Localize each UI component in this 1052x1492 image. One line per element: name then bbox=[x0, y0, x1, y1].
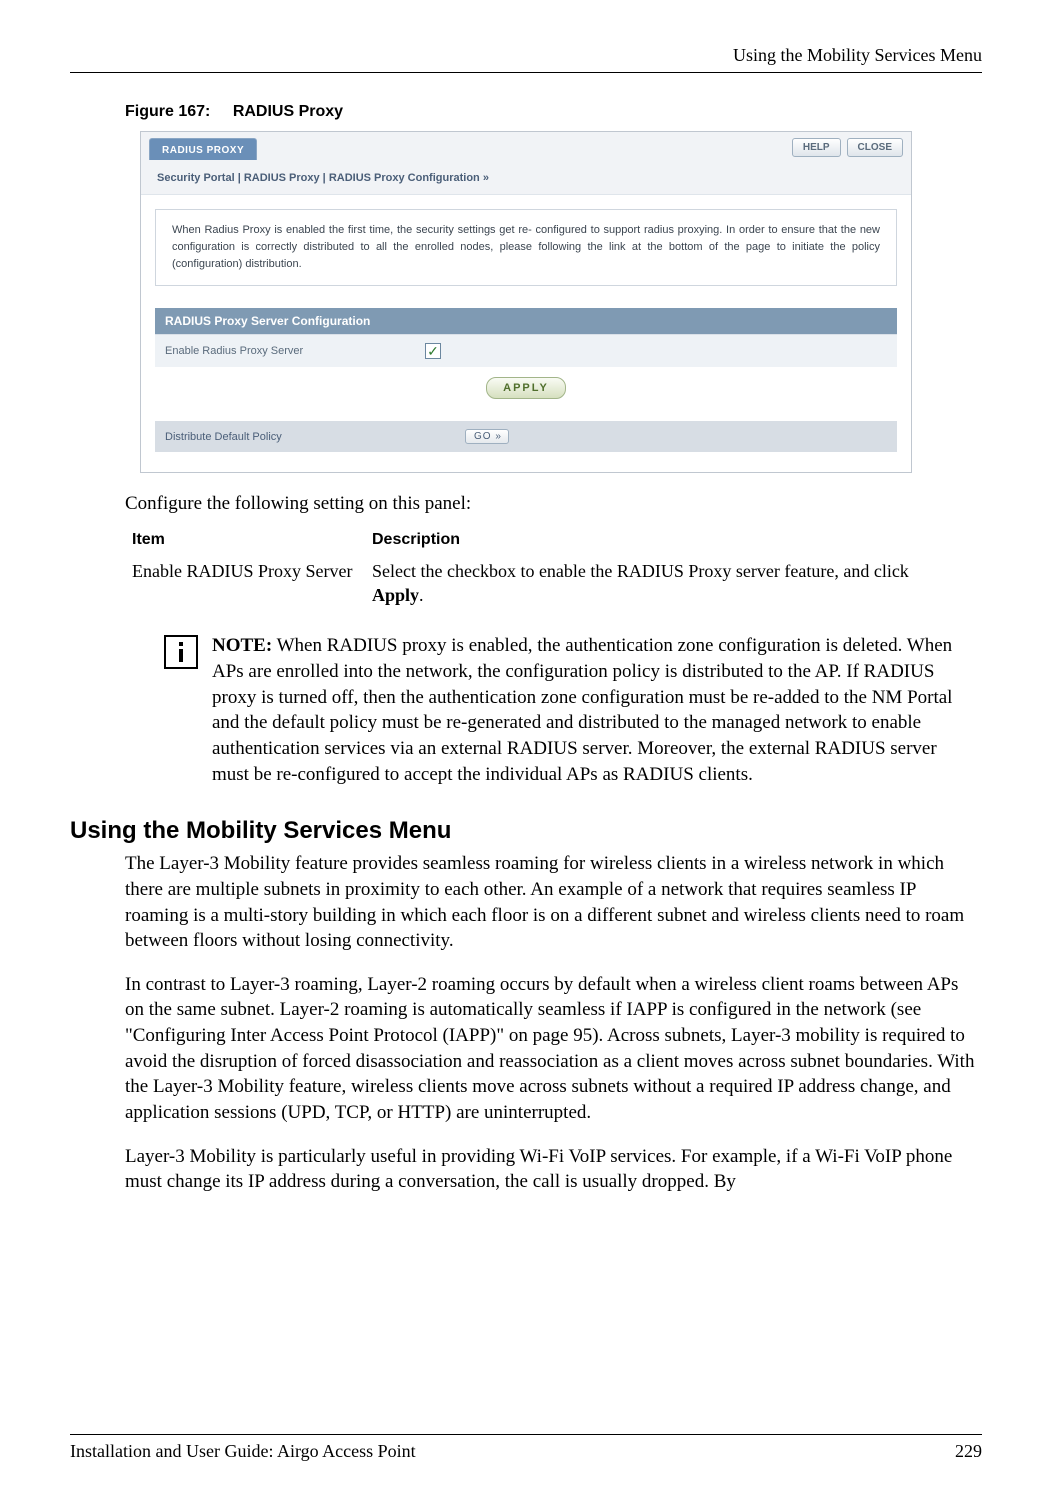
note-body: When RADIUS proxy is enabled, the authen… bbox=[212, 635, 952, 784]
figure-title: RADIUS Proxy bbox=[233, 103, 343, 120]
distribute-policy-label: Distribute Default Policy bbox=[165, 431, 465, 443]
info-panel: When Radius Proxy is enabled the first t… bbox=[155, 209, 897, 286]
running-header: Using the Mobility Services Menu bbox=[70, 45, 982, 66]
config-row-enable: Enable Radius Proxy Server bbox=[155, 334, 897, 367]
page-number: 229 bbox=[955, 1441, 982, 1462]
page-footer: Installation and User Guide: Airgo Acces… bbox=[70, 1434, 982, 1462]
settings-table: Item Description Enable RADIUS Proxy Ser… bbox=[132, 531, 962, 608]
header-rule bbox=[70, 72, 982, 73]
panel-tab[interactable]: RADIUS PROXY bbox=[149, 138, 257, 160]
th-description: Description bbox=[372, 531, 962, 549]
breadcrumb: Security Portal | RADIUS Proxy | RADIUS … bbox=[141, 162, 911, 195]
table-row: Enable RADIUS Proxy Server Select the ch… bbox=[132, 559, 962, 608]
section-p3: Layer-3 Mobility is particularly useful … bbox=[125, 1144, 982, 1195]
section-header: RADIUS Proxy Server Configuration bbox=[155, 308, 897, 334]
section-heading: Using the Mobility Services Menu bbox=[70, 817, 982, 845]
config-intro: Configure the following setting on this … bbox=[125, 491, 982, 517]
info-icon bbox=[164, 635, 198, 669]
figure-caption: Figure 167: RADIUS Proxy bbox=[125, 103, 982, 121]
footer-left: Installation and User Guide: Airgo Acces… bbox=[70, 1441, 416, 1462]
note-text: NOTE: When RADIUS proxy is enabled, the … bbox=[212, 633, 972, 787]
td-description: Select the checkbox to enable the RADIUS… bbox=[372, 559, 962, 608]
enable-radius-checkbox[interactable] bbox=[425, 343, 441, 359]
td-desc-bold: Apply bbox=[372, 585, 419, 605]
close-button[interactable]: CLOSE bbox=[847, 138, 903, 157]
td-desc-c: . bbox=[419, 585, 424, 605]
note-label: NOTE: bbox=[212, 635, 272, 656]
td-item: Enable RADIUS Proxy Server bbox=[132, 559, 372, 608]
section-p1: The Layer-3 Mobility feature provides se… bbox=[125, 851, 982, 954]
go-button[interactable]: GO » bbox=[465, 429, 509, 444]
enable-radius-label: Enable Radius Proxy Server bbox=[165, 345, 425, 357]
figure-number: Figure 167: bbox=[125, 103, 210, 120]
section-p2: In contrast to Layer-3 roaming, Layer-2 … bbox=[125, 972, 982, 1126]
footer-rule bbox=[70, 1434, 982, 1435]
th-item: Item bbox=[132, 531, 372, 549]
config-row-distribute: Distribute Default Policy GO » bbox=[155, 421, 897, 452]
td-desc-a: Select the checkbox to enable the RADIUS… bbox=[372, 561, 909, 581]
help-button[interactable]: HELP bbox=[792, 138, 841, 157]
figure-image: RADIUS PROXY HELP CLOSE Security Portal … bbox=[140, 131, 912, 473]
apply-button[interactable]: APPLY bbox=[486, 377, 566, 399]
note-box: NOTE: When RADIUS proxy is enabled, the … bbox=[164, 633, 972, 787]
